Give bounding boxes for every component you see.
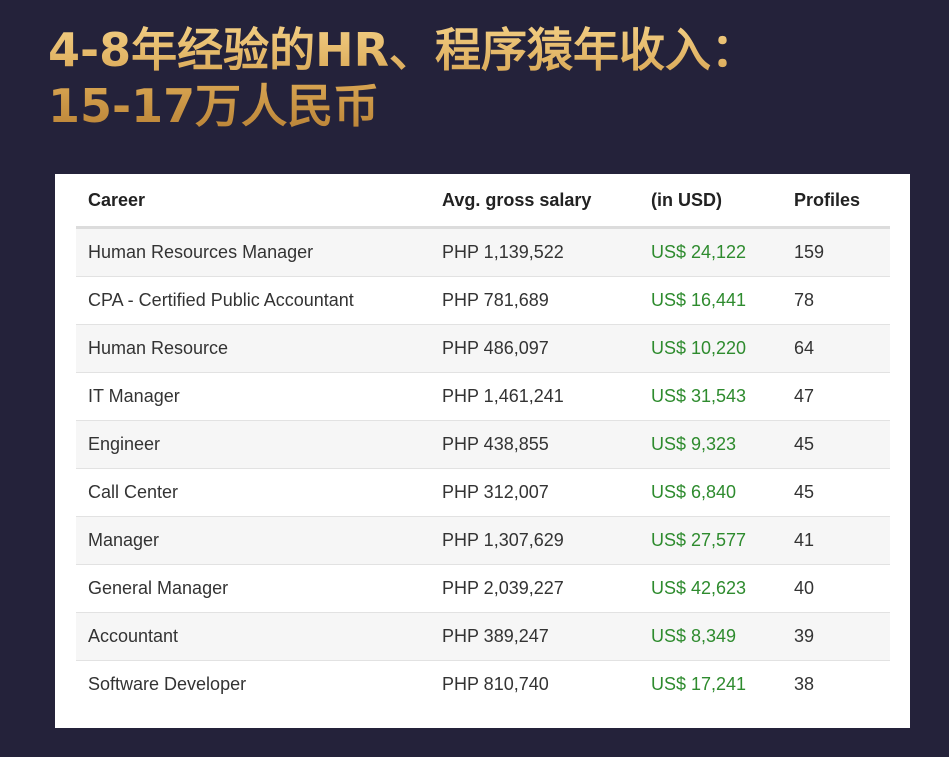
salary-cell: PHP 810,740 [430, 660, 639, 708]
table-row: General Manager PHP 2,039,227 US$ 42,623… [76, 564, 890, 613]
career-cell: Engineer [76, 420, 430, 469]
career-cell: Manager [76, 516, 430, 565]
salary-cell: PHP 1,139,522 [430, 227, 639, 277]
usd-cell: US$ 31,543 [639, 372, 782, 421]
usd-cell: US$ 6,840 [639, 468, 782, 517]
table-row: Accountant PHP 389,247 US$ 8,349 39 [76, 612, 890, 661]
profiles-cell: 45 [782, 420, 890, 469]
table-row: Engineer PHP 438,855 US$ 9,323 45 [76, 420, 890, 469]
profiles-cell: 45 [782, 468, 890, 517]
profiles-cell: 39 [782, 612, 890, 661]
salary-cell: PHP 2,039,227 [430, 564, 639, 613]
career-cell: CPA - Certified Public Accountant [76, 276, 430, 325]
profiles-cell: 40 [782, 564, 890, 613]
title-line-1: 4-8年经验的HR、程序猿年收入： [48, 23, 758, 77]
usd-cell: US$ 10,220 [639, 324, 782, 373]
profiles-cell: 64 [782, 324, 890, 373]
usd-cell: US$ 16,441 [639, 276, 782, 325]
profiles-cell: 38 [782, 660, 890, 708]
salary-cell: PHP 486,097 [430, 324, 639, 373]
column-header-usd: (in USD) [639, 174, 782, 229]
table-row: Call Center PHP 312,007 US$ 6,840 45 [76, 468, 890, 517]
salary-table: Career Avg. gross salary (in USD) Profil… [76, 174, 890, 708]
title-line-2: 15-17万人民币 [48, 79, 380, 133]
usd-cell: US$ 24,122 [639, 227, 782, 277]
profiles-cell: 47 [782, 372, 890, 421]
career-cell: Human Resource [76, 324, 430, 373]
salary-cell: PHP 781,689 [430, 276, 639, 325]
salary-cell: PHP 1,461,241 [430, 372, 639, 421]
career-cell: General Manager [76, 564, 430, 613]
career-cell: Accountant [76, 612, 430, 661]
profiles-cell: 41 [782, 516, 890, 565]
table-row: IT Manager PHP 1,461,241 US$ 31,543 47 [76, 372, 890, 421]
column-header-profiles: Profiles [782, 174, 890, 229]
career-cell: Call Center [76, 468, 430, 517]
column-header-avg-gross-salary: Avg. gross salary [430, 174, 639, 229]
usd-cell: US$ 8,349 [639, 612, 782, 661]
table-header-row: Career Avg. gross salary (in USD) Profil… [76, 174, 890, 229]
page-title: 4-8年经验的HR、程序猿年收入： 15-17万人民币 [48, 22, 908, 134]
profiles-cell: 159 [782, 227, 890, 277]
profiles-cell: 78 [782, 276, 890, 325]
table-row: Software Developer PHP 810,740 US$ 17,24… [76, 660, 890, 708]
usd-cell: US$ 9,323 [639, 420, 782, 469]
salary-table-card: Career Avg. gross salary (in USD) Profil… [55, 174, 910, 728]
table-row: Human Resources Manager PHP 1,139,522 US… [76, 227, 890, 277]
usd-cell: US$ 27,577 [639, 516, 782, 565]
salary-cell: PHP 438,855 [430, 420, 639, 469]
column-header-career: Career [76, 174, 430, 229]
table-row: Human Resource PHP 486,097 US$ 10,220 64 [76, 324, 890, 373]
salary-cell: PHP 312,007 [430, 468, 639, 517]
usd-cell: US$ 42,623 [639, 564, 782, 613]
career-cell: IT Manager [76, 372, 430, 421]
salary-cell: PHP 389,247 [430, 612, 639, 661]
usd-cell: US$ 17,241 [639, 660, 782, 708]
salary-cell: PHP 1,307,629 [430, 516, 639, 565]
career-cell: Human Resources Manager [76, 227, 430, 277]
career-cell: Software Developer [76, 660, 430, 708]
table-row: CPA - Certified Public Accountant PHP 78… [76, 276, 890, 325]
table-row: Manager PHP 1,307,629 US$ 27,577 41 [76, 516, 890, 565]
